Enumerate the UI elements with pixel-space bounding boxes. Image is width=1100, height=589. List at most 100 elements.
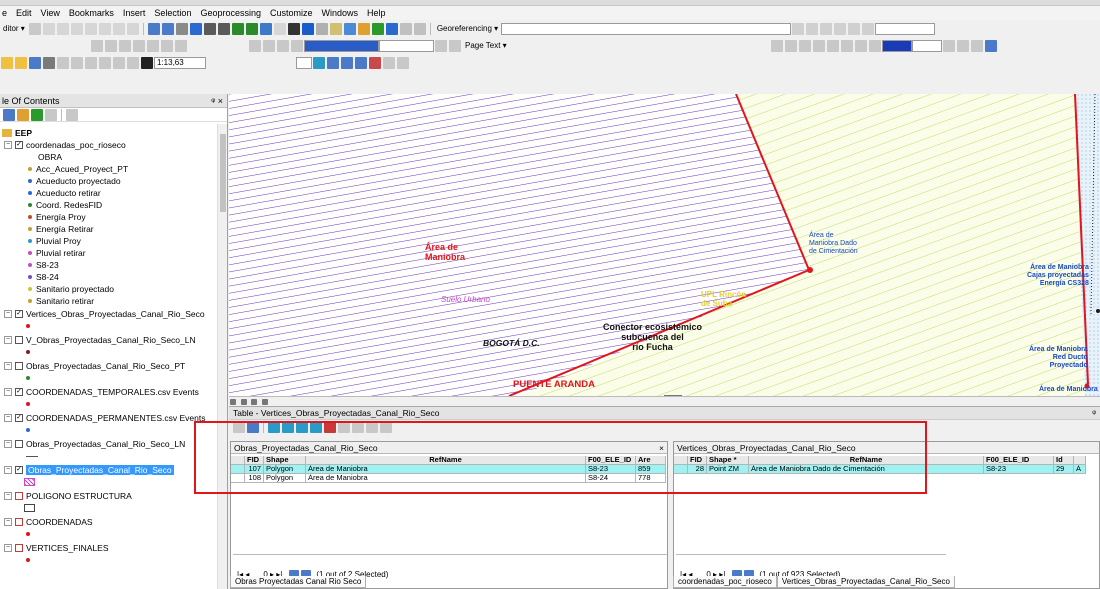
table-tab-obras[interactable]: Obras_Proyectadas_Canal_Rio_Seco ×: [231, 442, 667, 454]
layout-tool-icon[interactable]: [133, 39, 145, 52]
table-tool-icon[interactable]: [366, 421, 378, 433]
redo-icon[interactable]: [127, 56, 139, 69]
select-features-icon[interactable]: [259, 22, 272, 35]
attributes-icon[interactable]: [112, 22, 125, 35]
hyperlink-icon[interactable]: [315, 22, 328, 35]
color-combo-2[interactable]: [911, 39, 942, 52]
layer-checkbox[interactable]: [15, 362, 23, 370]
table-tab-vertices[interactable]: Vertices_Obras_Proyectadas_Canal_Rio_Sec…: [674, 442, 1099, 454]
zoom-in-icon[interactable]: [147, 22, 160, 35]
collapse-icon[interactable]: −: [4, 141, 12, 149]
layer-checkbox[interactable]: ✓: [15, 388, 23, 396]
data-frame-tool-icon[interactable]: [249, 39, 261, 52]
column-refname[interactable]: RefName: [749, 456, 984, 465]
column-id[interactable]: Id: [1054, 456, 1074, 465]
layer-checkbox[interactable]: ✓: [15, 310, 23, 318]
menu-bookmarks[interactable]: Bookmarks: [69, 8, 114, 18]
layer-coordenadas-poc[interactable]: − ✓ coordenadas_poc_rioseco: [4, 139, 126, 151]
color-combo[interactable]: [881, 39, 912, 52]
go-to-xy-icon[interactable]: [385, 22, 398, 35]
pan-icon[interactable]: [175, 22, 188, 35]
collapse-icon[interactable]: −: [4, 414, 12, 422]
close-icon[interactable]: [380, 421, 392, 433]
layout-tool-icon[interactable]: [119, 39, 131, 52]
table-tool-icon[interactable]: [352, 421, 364, 433]
menu-geoprocessing[interactable]: Geoprocessing: [200, 8, 261, 18]
refresh-icon[interactable]: [251, 399, 258, 405]
data-view-icon[interactable]: [240, 399, 247, 405]
georef-tool-icon[interactable]: [792, 22, 805, 35]
georef-tool-icon[interactable]: [862, 22, 875, 35]
clear-selection-icon[interactable]: [273, 22, 286, 35]
table-options-icon[interactable]: [233, 421, 245, 433]
column-f00-ele-id[interactable]: F00_ELE_ID: [984, 456, 1054, 465]
clear-selection-icon[interactable]: [296, 421, 308, 433]
related-tables-icon[interactable]: [247, 421, 259, 433]
data-frame-tool-icon[interactable]: [263, 39, 275, 52]
layer-v-obras-ln[interactable]: − V_Obras_Proyectadas_Canal_Rio_Seco_LN: [4, 334, 196, 346]
toc-icon[interactable]: [327, 56, 339, 69]
snapping-icon[interactable]: [984, 39, 997, 52]
column-area[interactable]: Are: [636, 456, 666, 465]
collapse-icon[interactable]: −: [4, 492, 12, 500]
zoom-to-selected-icon[interactable]: [310, 421, 322, 433]
layer-coord-permanentes[interactable]: − ✓ COORDENADAS_PERMANENTES.csv Events: [4, 412, 205, 424]
layer-checkbox[interactable]: ✓: [15, 466, 23, 474]
edit-tool-icon[interactable]: [28, 22, 41, 35]
menu-windows[interactable]: Windows: [322, 8, 359, 18]
editor-toolbar-icon[interactable]: [313, 56, 325, 69]
undo-icon[interactable]: [113, 56, 125, 69]
toc-scroll-thumb[interactable]: [220, 134, 226, 212]
layout-tool-icon[interactable]: [147, 39, 159, 52]
snapping-icon[interactable]: [970, 39, 983, 52]
layer-obras-pt[interactable]: − Obras_Proyectadas_Canal_Rio_Seco_PT: [4, 360, 185, 372]
collapse-icon[interactable]: −: [4, 388, 12, 396]
topology-tool-icon[interactable]: [784, 39, 797, 52]
save-icon[interactable]: [29, 56, 41, 69]
topology-tool-icon[interactable]: [868, 39, 881, 52]
select-elements-icon[interactable]: [287, 22, 300, 35]
find-icon[interactable]: [357, 22, 370, 35]
delete-icon[interactable]: [99, 56, 111, 69]
layer-coord-temporales[interactable]: − ✓ COORDENADAS_TEMPORALES.csv Events: [4, 386, 199, 398]
topology-tool-icon[interactable]: [840, 39, 853, 52]
pause-icon[interactable]: [261, 399, 268, 405]
topology-tool-icon[interactable]: [826, 39, 839, 52]
layer-checkbox[interactable]: ✓: [15, 414, 23, 422]
layer-checkbox[interactable]: [15, 440, 23, 448]
open-icon[interactable]: [15, 56, 27, 69]
search-icon[interactable]: [355, 56, 367, 69]
layer-checkbox[interactable]: [15, 336, 23, 344]
toc-options-icon[interactable]: [66, 108, 78, 121]
list-by-selection-icon[interactable]: [45, 108, 57, 121]
georef-input[interactable]: [875, 22, 936, 35]
copy-icon[interactable]: [71, 56, 83, 69]
collapse-icon[interactable]: −: [4, 518, 12, 526]
layer-checkbox[interactable]: ✓: [15, 141, 23, 149]
full-extent-icon[interactable]: [189, 22, 202, 35]
list-by-source-icon[interactable]: [17, 108, 29, 121]
data-frame-tool-icon[interactable]: [277, 39, 289, 52]
layout-tool-icon[interactable]: [91, 39, 103, 52]
georef-layer-combo[interactable]: [501, 22, 792, 35]
list-by-drawing-order-icon[interactable]: [3, 108, 15, 121]
table-row[interactable]: 107 Polygon Área de Maniobra S8-23 859: [231, 465, 666, 474]
group-layer-eep[interactable]: EEP: [2, 127, 32, 139]
list-by-visibility-icon[interactable]: [31, 108, 43, 121]
toc-scrollbar[interactable]: [217, 124, 227, 589]
bottom-tab-vertices[interactable]: Vertices_Obras_Proyectadas_Canal_Rio_Sec…: [776, 576, 955, 588]
layout-tool-icon[interactable]: [175, 39, 187, 52]
python-icon[interactable]: [383, 56, 395, 69]
layer-vertices-finales[interactable]: − VERTICES_FINALES: [4, 542, 109, 554]
column-shape[interactable]: Shape *: [707, 456, 749, 465]
close-icon[interactable]: ×: [659, 443, 664, 453]
topology-tool-icon[interactable]: [770, 39, 783, 52]
switch-selection-icon[interactable]: [282, 421, 294, 433]
menu-edit[interactable]: Edit: [16, 8, 32, 18]
column-refname[interactable]: RefName: [306, 456, 586, 465]
page-text-menu[interactable]: Page Text ▾: [465, 41, 507, 50]
rotate-icon[interactable]: [98, 22, 111, 35]
georef-tool-icon[interactable]: [834, 22, 847, 35]
vertex-point[interactable]: [1096, 309, 1100, 313]
editor-menu[interactable]: ditor ▾: [3, 24, 25, 33]
